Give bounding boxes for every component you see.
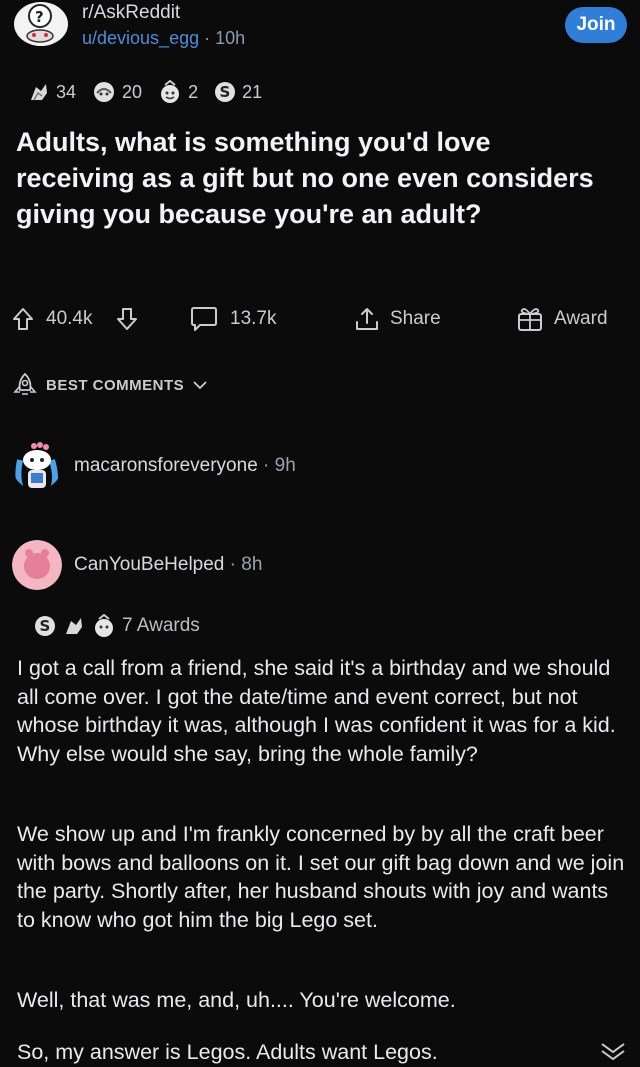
comment-sort-dropdown[interactable]: BEST COMMENTS [12, 372, 216, 398]
wholesome-award-icon [95, 614, 113, 637]
share-icon [356, 308, 378, 330]
award-item: 34 [28, 81, 76, 103]
post-age: 10h [215, 28, 246, 48]
meta-separator: · [229, 554, 236, 575]
meta-separator: · [263, 455, 270, 476]
comment-paragraph: So, my answer is Legos. Adults want Lego… [17, 1040, 438, 1064]
comment-paragraph: Well, that was me, and, uh.... You're we… [17, 988, 456, 1012]
award-label: Award [554, 308, 608, 329]
comments-button[interactable]: 13.7k [190, 302, 276, 336]
comments-count: 13.7k [230, 308, 277, 329]
award-item: S 21 [214, 81, 262, 103]
award-count: 21 [242, 81, 263, 102]
askreddit-logo-icon: ? [20, 3, 62, 45]
comment-header: CanYouBeHelped · 8h [74, 554, 262, 576]
share-button[interactable]: Share [354, 302, 441, 336]
awards-count-label: 7 Awards [122, 615, 200, 636]
comment-header: macaronsforeveryone · 9h [74, 455, 296, 477]
award-item: 2 [158, 80, 198, 104]
upvote-arrow-icon [13, 308, 33, 330]
award-count: 2 [188, 81, 199, 102]
svg-text:S: S [220, 83, 231, 101]
vote-score: 40.4k [46, 308, 93, 329]
post-author[interactable]: u/devious_egg [82, 28, 199, 48]
comment-paragraph: I got a call from a friend, she said it'… [17, 656, 616, 766]
svg-text:S: S [40, 617, 51, 635]
share-label: Share [390, 308, 441, 329]
subreddit-name[interactable]: r/AskReddit [82, 2, 180, 24]
comment-awards[interactable]: S 7 Awards [34, 614, 200, 638]
sort-label: BEST COMMENTS [46, 376, 185, 394]
avatar[interactable] [12, 440, 62, 490]
comment-username[interactable]: macaronsforeveryone [74, 455, 258, 476]
downvote-arrow-icon [117, 308, 137, 330]
rocket-icon [13, 372, 37, 395]
coin-award-icon: S [35, 616, 55, 636]
award-button[interactable]: Award [516, 302, 608, 336]
chevron-down-icon [193, 381, 207, 390]
comment-age: 8h [241, 554, 263, 575]
comment-username[interactable]: CanYouBeHelped [74, 554, 224, 575]
snoo-avatar-icon [12, 540, 62, 590]
gold-medal-icon [66, 618, 82, 634]
comment-paragraph: We show up and I'm frankly concerned by … [17, 822, 625, 932]
gold-medal-icon [31, 84, 47, 101]
svg-text:?: ? [35, 8, 44, 26]
collapse-button[interactable] [598, 1040, 628, 1067]
subreddit-avatar[interactable]: ? [14, 2, 68, 46]
post-title[interactable]: Adults, what is something you'd love rec… [16, 124, 616, 232]
wholesome-award-icon [161, 80, 180, 103]
avatar[interactable] [12, 540, 62, 590]
double-chevron-down-icon [601, 1043, 625, 1061]
award-item: 20 [92, 81, 142, 103]
face-award-icon [94, 82, 115, 102]
comment-age: 9h [274, 455, 296, 476]
post-awards-row[interactable]: 34 20 2 S 21 [28, 80, 278, 104]
upvote-button[interactable] [12, 302, 34, 336]
join-button[interactable]: Join [565, 7, 627, 43]
post-action-bar: 40.4k 13.7k Share Award [0, 302, 640, 336]
snoo-avatar-icon [12, 440, 62, 490]
award-count: 34 [56, 81, 77, 102]
downvote-button[interactable] [116, 302, 138, 336]
coin-award-icon: S [215, 82, 236, 102]
meta-separator: · [204, 28, 211, 48]
gift-icon [518, 308, 542, 331]
comment-bubble-icon [191, 307, 217, 331]
post-meta: u/devious_egg · 10h [82, 28, 245, 49]
award-count: 20 [122, 81, 143, 102]
